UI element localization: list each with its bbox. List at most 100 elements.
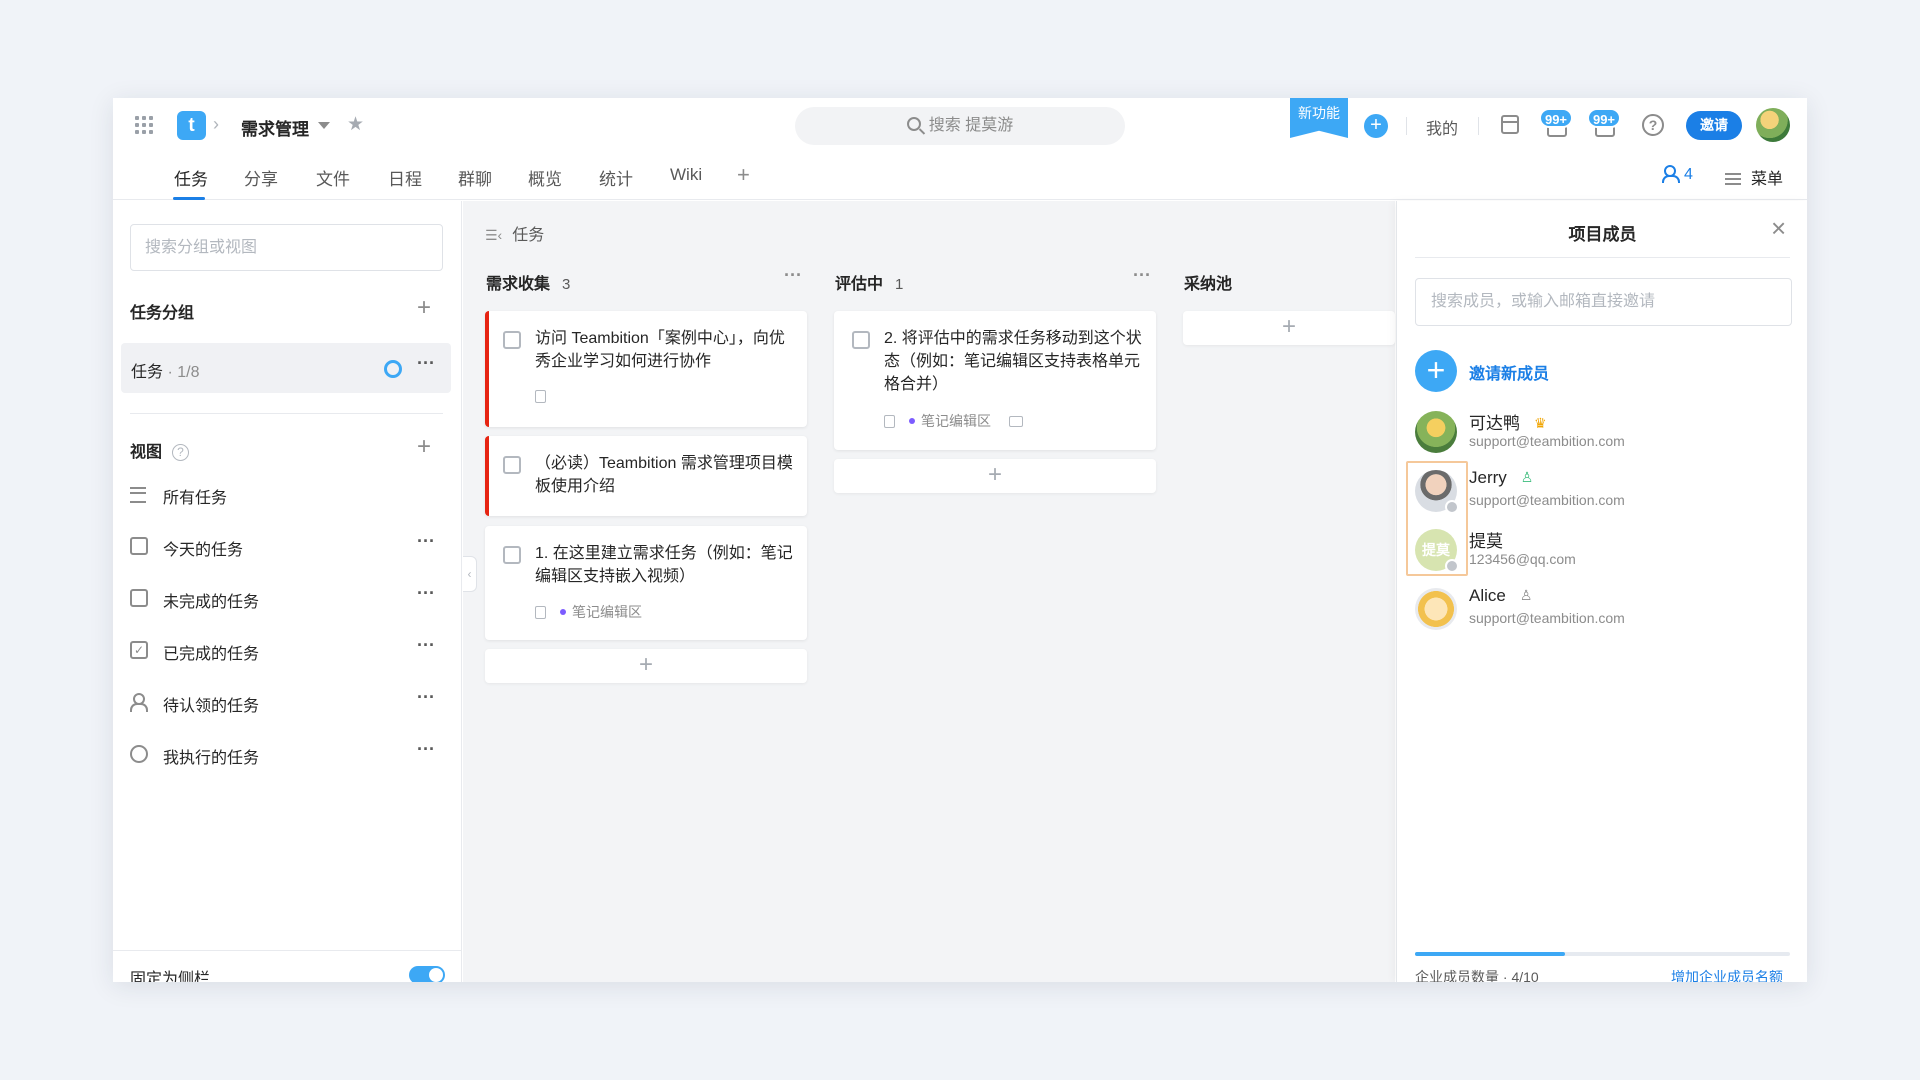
person-claim-icon [130, 693, 148, 712]
column-header[interactable]: 评估中 1 [835, 270, 903, 294]
members-button[interactable]: 4 [1662, 165, 1693, 184]
quick-add-icon[interactable]: + [1364, 114, 1388, 138]
more-icon[interactable]: ··· [417, 687, 435, 708]
view-completed-tasks[interactable]: ✓ 已完成的任务 ··· [130, 635, 450, 665]
help-icon[interactable]: ? [172, 444, 190, 461]
calendar-icon[interactable] [1501, 115, 1519, 134]
tab-tasks[interactable]: 任务 [174, 165, 208, 190]
column-header[interactable]: 采纳池 [1184, 270, 1232, 294]
task-checkbox[interactable] [503, 546, 521, 564]
note-icon [535, 390, 546, 403]
help-icon[interactable]: ? [1642, 114, 1664, 136]
add-task-button[interactable]: + [485, 649, 807, 683]
more-icon[interactable]: ··· [417, 583, 435, 604]
task-group-item[interactable]: 任务 · 1/8 ··· [121, 343, 451, 393]
notification-badge: 99+ [1587, 108, 1621, 128]
member-item[interactable]: Alice ♙ support@teambition.com [1415, 586, 1785, 636]
pin-sidebar-label: 固定为侧栏 [130, 971, 211, 982]
more-icon[interactable]: ··· [417, 739, 435, 760]
more-icon[interactable]: ··· [417, 531, 435, 552]
add-task-button[interactable]: + [1183, 311, 1395, 345]
task-sidebar: 任务分组 + 任务 · 1/8 ··· 视图? + 所有任务 今天的任务 ···… [113, 201, 462, 982]
menu-button[interactable]: 菜单 [1725, 165, 1783, 189]
more-icon[interactable]: ··· [417, 635, 435, 656]
view-today-tasks[interactable]: 今天的任务 ··· [130, 531, 450, 561]
column-title: 采纳池 [1184, 276, 1233, 293]
inbox-button[interactable]: 99+ [1539, 108, 1573, 144]
view-label: 所有任务 [163, 490, 228, 507]
tag-dot [560, 609, 566, 615]
task-checkbox[interactable] [503, 331, 521, 349]
views-label: 视图 [130, 444, 163, 461]
view-label: 已完成的任务 [163, 646, 260, 663]
member-email: support@teambition.com [1469, 492, 1625, 508]
pin-sidebar-toggle[interactable] [409, 966, 445, 982]
mine-link[interactable]: 我的 [1426, 115, 1458, 139]
column-more-icon[interactable]: ··· [784, 265, 802, 286]
column-header[interactable]: 需求收集 3 [486, 270, 570, 294]
note-icon [884, 415, 895, 428]
tab-wiki[interactable]: Wiki [670, 165, 702, 185]
task-group-label: 任务 · 1/8 [131, 358, 199, 382]
user-avatar[interactable] [1756, 108, 1790, 142]
active-tab-indicator [173, 197, 205, 200]
view-incomplete-tasks[interactable]: 未完成的任务 ··· [130, 583, 450, 613]
view-label: 我执行的任务 [163, 750, 260, 767]
member-item[interactable]: 可达鸭 ♛ support@teambition.com [1415, 409, 1785, 459]
task-card[interactable]: 访问 Teambition「案例中心」，向优秀企业学习如何进行协作 [485, 311, 807, 427]
member-name: Jerry ♙ [1469, 468, 1533, 488]
close-icon[interactable]: × [1771, 215, 1786, 241]
column-more-icon[interactable]: ··· [1133, 265, 1151, 286]
collapse-sidebar-icon[interactable]: ☰‹ [485, 227, 502, 244]
member-search-input[interactable] [1415, 278, 1792, 326]
chevron-right-icon: › [213, 114, 219, 134]
divider [130, 413, 443, 414]
view-all-tasks[interactable]: 所有任务 [130, 479, 450, 509]
new-feature-ribbon[interactable]: 新功能 [1290, 98, 1348, 138]
member-item[interactable]: 提莫 提莫 123456@qq.com [1415, 527, 1785, 577]
member-item[interactable]: Jerry ♙ support@teambition.com [1415, 468, 1785, 518]
tab-schedule[interactable]: 日程 [388, 165, 422, 190]
member-name: Alice ♙ [1469, 586, 1532, 606]
tab-statistics[interactable]: 统计 [599, 165, 633, 190]
more-icon[interactable]: ··· [417, 353, 435, 374]
chevron-down-icon[interactable] [318, 122, 330, 129]
admin-gray-icon: ♙ [1519, 587, 1533, 603]
add-task-button[interactable]: + [834, 459, 1156, 493]
task-card[interactable]: （必读）Teambition 需求管理项目模板使用介绍 [485, 436, 807, 516]
task-card[interactable]: 2. 将评估中的需求任务移动到这个状态（例如：笔记编辑区支持表格单元格合并） 笔… [834, 311, 1156, 450]
add-view-icon[interactable]: + [417, 435, 431, 459]
note-icon [535, 606, 546, 619]
increase-quota-link[interactable]: 增加企业成员名额 [1671, 967, 1783, 982]
tab-files[interactable]: 文件 [316, 165, 350, 190]
task-title: 访问 Teambition「案例中心」，向优秀企业学习如何进行协作 [535, 330, 785, 370]
app-grid-icon[interactable] [135, 116, 153, 134]
owner-crown-icon: ♛ [1534, 415, 1547, 431]
task-card[interactable]: 1. 在这里建立需求任务（例如：笔记编辑区支持嵌入视频） 笔记编辑区 [485, 526, 807, 640]
teambition-logo-icon[interactable]: t [177, 111, 206, 140]
tab-group-chat[interactable]: 群聊 [458, 165, 492, 190]
project-name[interactable]: 需求管理 [241, 115, 309, 140]
group-count: · 1/8 [163, 364, 200, 381]
star-icon[interactable]: ★ [347, 113, 364, 136]
view-unclaimed-tasks[interactable]: 待认领的任务 ··· [130, 687, 450, 717]
tab-overview[interactable]: 概览 [528, 165, 562, 190]
task-checkbox[interactable] [852, 331, 870, 349]
invite-button[interactable]: 邀请 [1686, 111, 1742, 140]
global-search[interactable]: 搜索 提莫游 [795, 107, 1125, 145]
add-tab-icon[interactable]: + [737, 162, 750, 188]
messages-button[interactable]: 99+ [1587, 108, 1621, 144]
comment-icon [1009, 416, 1023, 427]
view-my-tasks[interactable]: 我执行的任务 ··· [130, 739, 450, 769]
tab-share[interactable]: 分享 [244, 165, 278, 190]
view-label: 待认领的任务 [163, 698, 260, 715]
collapse-handle-icon[interactable]: ‹ [463, 556, 477, 592]
task-meta [535, 388, 560, 404]
top-bar: t › 需求管理 ★ 搜索 提莫游 新功能 + 我的 99+ 99+ ? 邀请 [113, 98, 1807, 154]
group-view-search-input[interactable] [130, 224, 443, 271]
task-meta: 笔记编辑区 [535, 602, 642, 622]
add-group-icon[interactable]: + [417, 296, 431, 320]
member-quota-fill [1415, 952, 1565, 956]
task-checkbox[interactable] [503, 456, 521, 474]
invite-new-label: 邀请新成员 [1469, 366, 1550, 383]
